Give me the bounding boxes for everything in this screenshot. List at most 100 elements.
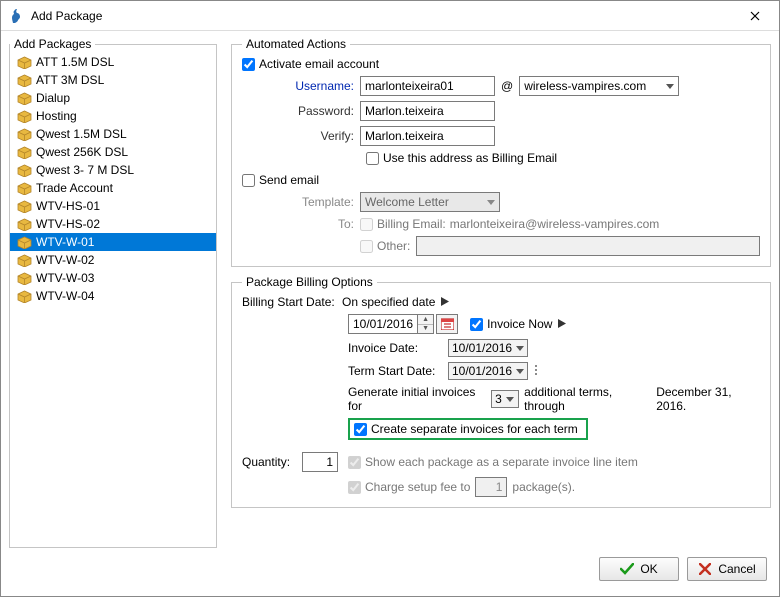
term-start-select[interactable]: 10/01/2016: [448, 362, 528, 380]
package-item[interactable]: Qwest 1.5M DSL: [10, 125, 216, 143]
activate-email-checkbox[interactable]: Activate email account: [242, 57, 379, 71]
show-each-label: Show each package as a separate invoice …: [365, 455, 638, 469]
package-item[interactable]: WTV-W-01: [10, 233, 216, 251]
package-icon: [16, 108, 32, 124]
dialog-footer: OK Cancel: [1, 548, 779, 590]
package-icon: [16, 198, 32, 214]
other-checkbox[interactable]: Other:: [360, 239, 410, 253]
package-item[interactable]: Dialup: [10, 89, 216, 107]
automated-actions-fieldset: Automated Actions Activate email account…: [231, 37, 771, 267]
package-label: Dialup: [36, 91, 70, 105]
username-input[interactable]: [360, 76, 495, 96]
gen-suffix: additional terms, through: [524, 385, 650, 413]
package-item[interactable]: ATT 1.5M DSL: [10, 53, 216, 71]
x-icon: [698, 562, 712, 576]
package-item[interactable]: WTV-W-03: [10, 269, 216, 287]
package-item[interactable]: WTV-HS-01: [10, 197, 216, 215]
ok-button[interactable]: OK: [599, 557, 679, 581]
send-email-label: Send email: [259, 173, 319, 187]
package-label: WTV-W-01: [36, 235, 94, 249]
package-icon: [16, 54, 32, 70]
package-label: Qwest 3- 7 M DSL: [36, 163, 134, 177]
package-label: Qwest 256K DSL: [36, 145, 128, 159]
spin-buttons[interactable]: ▲▼: [418, 314, 434, 334]
domain-value: wireless-vampires.com: [524, 79, 646, 93]
package-item[interactable]: WTV-W-04: [10, 287, 216, 305]
domain-select[interactable]: wireless-vampires.com: [519, 76, 679, 96]
package-icon: [16, 162, 32, 178]
quantity-input[interactable]: [302, 452, 338, 472]
package-item[interactable]: Trade Account: [10, 179, 216, 197]
app-icon: [9, 8, 25, 24]
term-start-value: 10/01/2016: [452, 364, 512, 378]
package-item[interactable]: ATT 3M DSL: [10, 71, 216, 89]
quantity-label: Quantity:: [242, 455, 302, 469]
use-billing-label: Use this address as Billing Email: [383, 151, 557, 165]
package-item[interactable]: Hosting: [10, 107, 216, 125]
use-billing-checkbox[interactable]: Use this address as Billing Email: [366, 151, 557, 165]
show-each-checkbox[interactable]: Show each package as a separate invoice …: [348, 455, 638, 469]
package-icon: [16, 216, 32, 232]
invoice-date-select[interactable]: 10/01/2016: [448, 339, 528, 357]
check-icon: [620, 562, 634, 576]
gen-through: December 31, 2016.: [656, 385, 760, 413]
dialog-body: Add Packages ATT 1.5M DSLATT 3M DSLDialu…: [1, 31, 779, 548]
to-label: To:: [270, 217, 360, 231]
package-item[interactable]: WTV-W-02: [10, 251, 216, 269]
package-icon: [16, 288, 32, 304]
package-label: ATT 3M DSL: [36, 73, 104, 87]
activate-email-label: Activate email account: [259, 57, 379, 71]
package-label: WTV-W-02: [36, 253, 94, 267]
package-label: Trade Account: [36, 181, 113, 195]
packages-list[interactable]: ATT 1.5M DSL ATT 3M DSL Dialup Hosting Qwest…: [10, 51, 216, 547]
play-icon[interactable]: [441, 295, 449, 309]
billing-start-label: Billing Start Date:: [242, 295, 342, 309]
verify-input[interactable]: [360, 126, 495, 146]
cancel-button[interactable]: Cancel: [687, 557, 767, 581]
package-icon: [16, 270, 32, 286]
term-start-label: Term Start Date:: [348, 364, 448, 378]
package-item[interactable]: Qwest 256K DSL: [10, 143, 216, 161]
packages-fieldset: Add Packages ATT 1.5M DSLATT 3M DSLDialu…: [9, 37, 217, 548]
gen-count-select[interactable]: 3: [491, 390, 519, 408]
calendar-icon[interactable]: [436, 314, 458, 334]
window-close-button[interactable]: [735, 2, 775, 30]
invoice-now-label: Invoice Now: [487, 317, 552, 331]
charge-setup-count-input: [475, 477, 507, 497]
left-panel: Add Packages ATT 1.5M DSLATT 3M DSLDialu…: [9, 37, 217, 548]
invoice-date-label: Invoice Date:: [348, 341, 448, 355]
package-icon: [16, 234, 32, 250]
password-input[interactable]: [360, 101, 495, 121]
package-label: Qwest 1.5M DSL: [36, 127, 127, 141]
package-item[interactable]: Qwest 3- 7 M DSL: [10, 161, 216, 179]
invoice-date-value: 10/01/2016: [452, 341, 512, 355]
billing-email-value: marlonteixeira@wireless-vampires.com: [450, 217, 660, 231]
template-select[interactable]: Welcome Letter: [360, 192, 500, 212]
separate-invoices-checkbox[interactable]: Create separate invoices for each term: [354, 422, 578, 436]
package-icon: [16, 252, 32, 268]
billing-start-date-picker[interactable]: 10/01/2016 ▲▼: [348, 314, 458, 334]
charge-setup-checkbox[interactable]: Charge setup fee to: [348, 480, 470, 494]
package-icon: [16, 180, 32, 196]
more-icon[interactable]: [534, 364, 538, 379]
send-email-checkbox[interactable]: Send email: [242, 173, 319, 187]
password-label: Password:: [270, 104, 360, 118]
billing-start-mode[interactable]: On specified date: [342, 295, 435, 309]
billing-start-date-value: 10/01/2016: [348, 314, 418, 334]
package-label: Hosting: [36, 109, 77, 123]
ok-label: OK: [640, 562, 657, 576]
package-label: ATT 1.5M DSL: [36, 55, 114, 69]
gen-prefix: Generate initial invoices for: [348, 385, 486, 413]
username-label: Username:: [270, 79, 360, 93]
package-label: WTV-HS-02: [36, 217, 100, 231]
play-icon[interactable]: [558, 317, 566, 331]
other-label: Other:: [377, 239, 410, 253]
package-item[interactable]: WTV-HS-02: [10, 215, 216, 233]
cancel-label: Cancel: [718, 562, 755, 576]
charge-setup-suffix: package(s).: [512, 480, 575, 494]
billing-email-checkbox[interactable]: Billing Email:: [360, 217, 446, 231]
package-label: WTV-W-03: [36, 271, 94, 285]
invoice-now-checkbox[interactable]: Invoice Now: [470, 317, 552, 331]
at-sign: @: [495, 79, 519, 93]
charge-setup-prefix: Charge setup fee to: [365, 480, 470, 494]
